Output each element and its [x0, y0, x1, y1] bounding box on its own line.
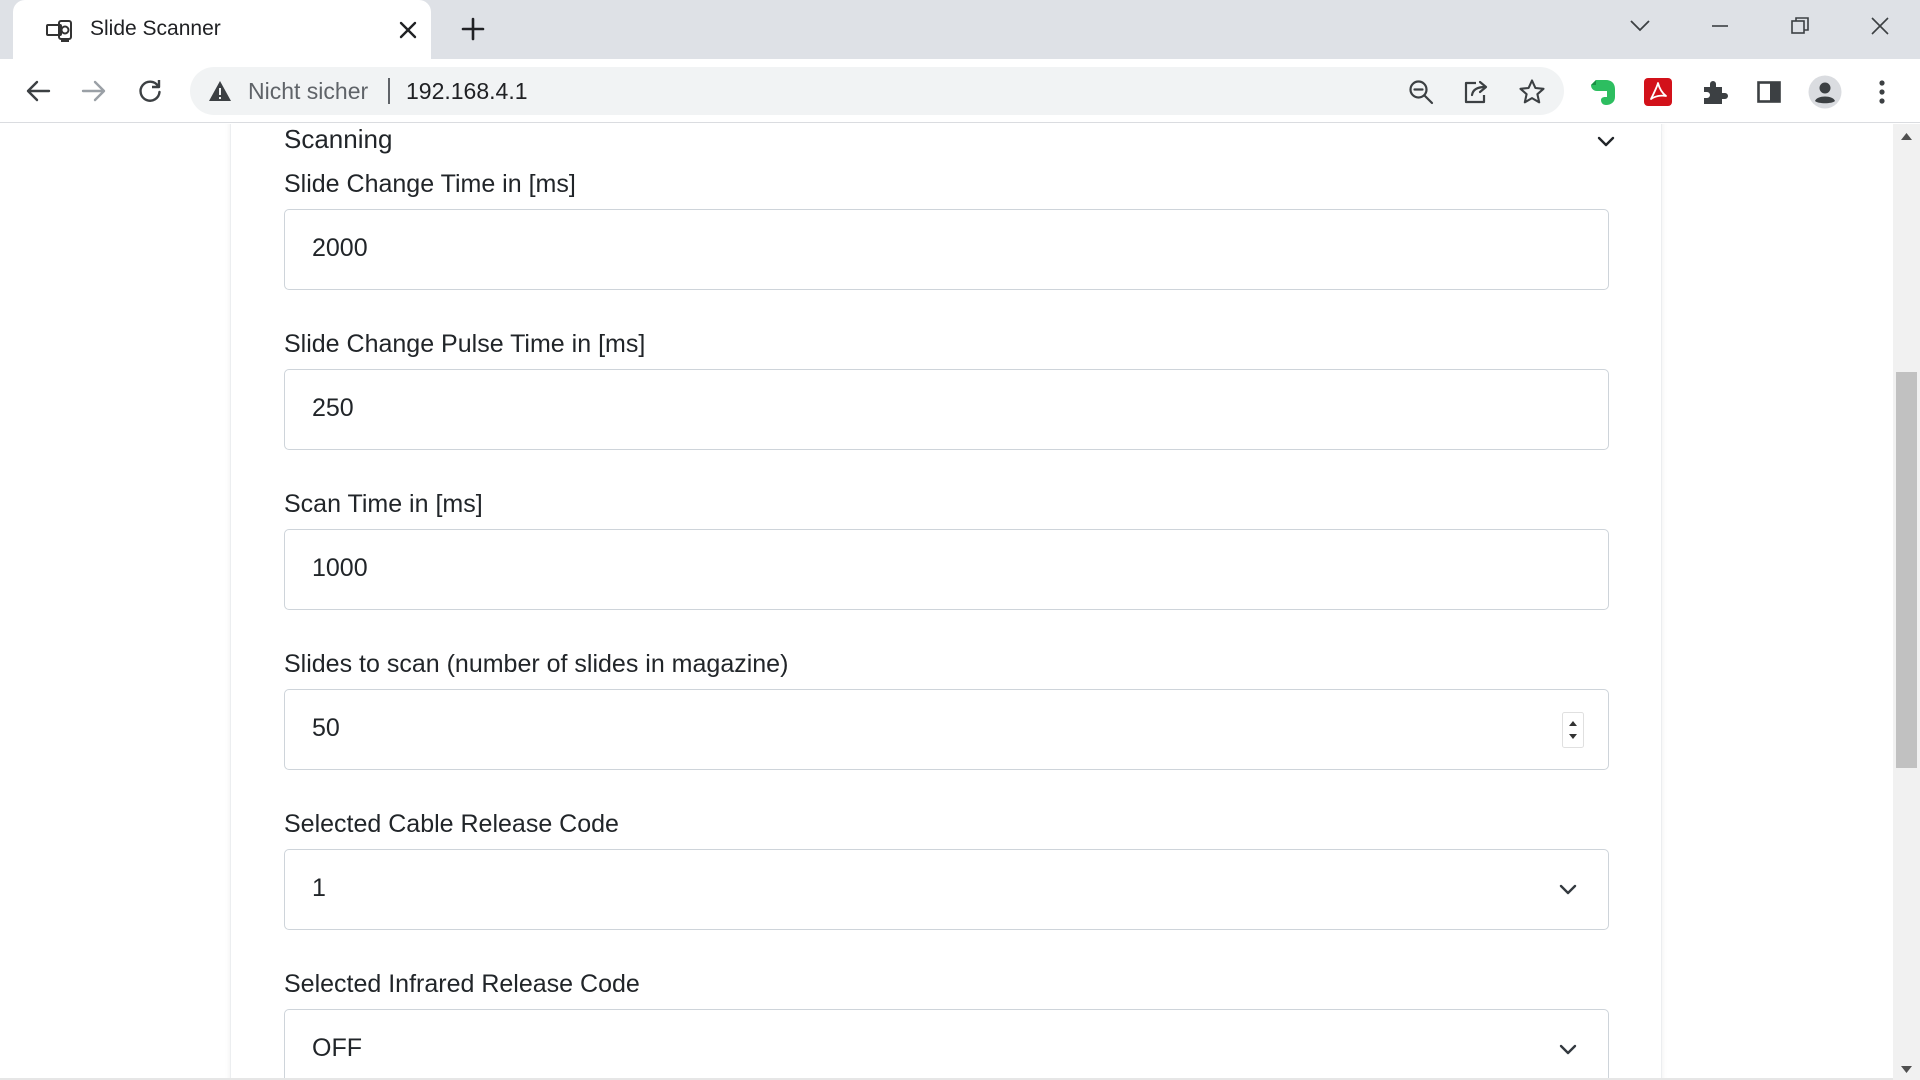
infrared-release-code-select[interactable]: OFF [284, 1009, 1609, 1080]
chevron-down-icon [1559, 1044, 1577, 1055]
zoom-out-icon[interactable] [1406, 77, 1436, 107]
slide-change-time-input[interactable]: 2000 [284, 209, 1609, 290]
close-window-icon[interactable] [1860, 10, 1900, 42]
slides-to-scan-input[interactable]: 50 [284, 689, 1609, 770]
scroll-down-arrow-icon[interactable] [1901, 1066, 1912, 1074]
cable-release-code-value: 1 [312, 874, 326, 902]
evernote-extension-icon[interactable] [1586, 75, 1620, 109]
slide-change-pulse-time-label: Slide Change Pulse Time in [ms] [284, 330, 646, 358]
address-bar[interactable]: Nicht sicher 192.168.4.1 [190, 67, 1564, 115]
settings-card: Scanning Slide Change Time in [ms] 2000 … [230, 124, 1662, 1080]
scan-time-value: 1000 [312, 554, 368, 582]
page-scrollbar[interactable] [1893, 124, 1920, 1080]
cable-release-code-select[interactable]: 1 [284, 849, 1609, 930]
cable-release-code-label: Selected Cable Release Code [284, 810, 619, 838]
scroll-up-arrow-icon[interactable] [1901, 132, 1912, 140]
back-arrow-icon[interactable] [18, 71, 58, 111]
slide-change-pulse-time-value: 250 [312, 394, 354, 422]
profile-avatar-icon[interactable] [1808, 75, 1842, 109]
scanning-section-header[interactable]: Scanning [284, 124, 1615, 160]
tab-close-icon[interactable] [393, 15, 423, 45]
slide-change-time-label: Slide Change Time in [ms] [284, 170, 576, 198]
forward-arrow-icon[interactable] [74, 71, 114, 111]
extensions-puzzle-icon[interactable] [1697, 75, 1731, 109]
restore-window-icon[interactable] [1780, 10, 1820, 42]
side-panel-icon[interactable] [1752, 75, 1786, 109]
reload-icon[interactable] [130, 71, 170, 111]
bookmark-star-icon[interactable] [1517, 77, 1547, 107]
tab-strip: Slide Scanner [0, 0, 1920, 59]
infrared-release-code-value: OFF [312, 1034, 362, 1062]
warning-triangle-icon[interactable] [208, 79, 232, 103]
chevron-down-icon [1559, 884, 1577, 895]
slide-scanner-favicon-icon [46, 20, 72, 42]
browser-tab[interactable]: Slide Scanner [13, 0, 431, 59]
share-icon[interactable] [1461, 77, 1491, 107]
minimize-icon[interactable] [1700, 10, 1740, 42]
scan-time-label: Scan Time in [ms] [284, 490, 483, 518]
slide-change-pulse-time-input[interactable]: 250 [284, 369, 1609, 450]
scrollbar-thumb[interactable] [1896, 372, 1917, 768]
page-viewport: Scanning Slide Change Time in [ms] 2000 … [0, 124, 1893, 1080]
new-tab-plus-icon[interactable] [456, 12, 490, 46]
security-status-label[interactable]: Nicht sicher [248, 78, 368, 105]
tab-title: Slide Scanner [90, 17, 221, 40]
number-spinner-icon[interactable] [1562, 712, 1584, 748]
url-text[interactable]: 192.168.4.1 [406, 78, 528, 105]
slides-to-scan-value: 50 [312, 714, 340, 742]
scan-time-input[interactable]: 1000 [284, 529, 1609, 610]
acrobat-extension-icon[interactable] [1641, 75, 1675, 109]
chevron-down-icon[interactable] [1594, 130, 1618, 154]
tab-search-chevron-icon[interactable] [1620, 10, 1660, 42]
browser-menu-icon[interactable] [1865, 75, 1899, 109]
address-separator [388, 78, 390, 104]
browser-toolbar: Nicht sicher 192.168.4.1 [0, 59, 1920, 123]
slide-change-time-value: 2000 [312, 234, 368, 262]
slides-to-scan-label: Slides to scan (number of slides in maga… [284, 650, 789, 678]
infrared-release-code-label: Selected Infrared Release Code [284, 970, 640, 998]
section-title: Scanning [284, 124, 393, 154]
